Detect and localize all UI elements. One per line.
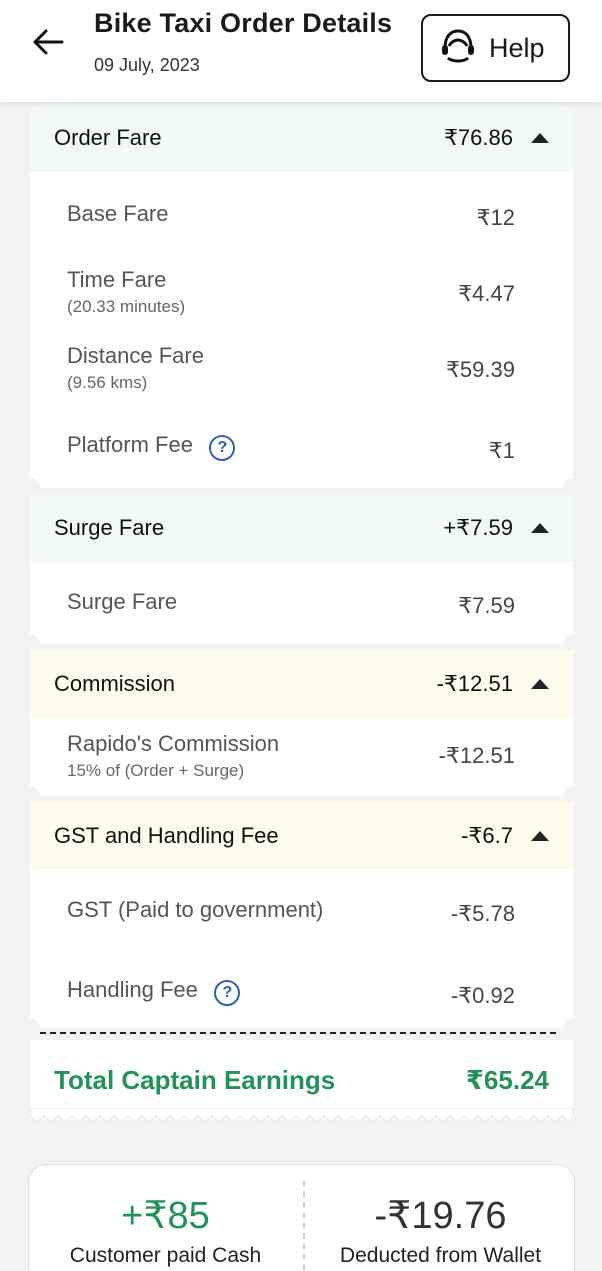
fare-row-base: Base Fare ₹12 [67, 201, 515, 231]
order-fare-title: Order Fare [54, 125, 162, 150]
fare-value: ₹59.39 [445, 357, 515, 382]
cash-value: +₹85 [121, 1195, 210, 1237]
wallet-label: Deducted from Wallet [339, 1244, 542, 1267]
fare-value: ₹4.47 [458, 281, 515, 306]
fare-sublabel: (20.33 minutes) [67, 297, 186, 316]
question-info-icon[interactable]: ? [214, 979, 241, 1006]
surge-fare-card: Surge Fare +₹7.59 Surge Fare ₹7.59 [20, 494, 583, 654]
wallet-summary: -₹19.76 Deducted from Wallet [304, 1193, 577, 1268]
surge-row: Surge Fare ₹7.59 [67, 589, 515, 619]
fare-value: -₹0.92 [450, 983, 515, 1008]
support-agent-icon [439, 28, 477, 69]
wallet-value: -₹19.76 [374, 1195, 507, 1237]
fare-label: Rapido's Commission [67, 731, 280, 756]
help-button[interactable]: Help [421, 14, 570, 82]
order-fare-card: Order Fare ₹76.86 Base Fare ₹12 Time Far… [20, 104, 583, 498]
total-earnings-label: Total Captain Earnings [54, 1064, 336, 1095]
fare-label: Distance Fare [67, 343, 204, 368]
fare-value: ₹7.59 [458, 593, 515, 618]
fare-value: -₹12.51 [438, 743, 515, 768]
gst-handling-amount: -₹6.7 [461, 823, 513, 848]
cash-label: Customer paid Cash [69, 1244, 262, 1267]
fare-row-distance: Distance Fare (9.56 kms) ₹59.39 [67, 343, 515, 393]
total-earnings-value: ₹65.24 [465, 1064, 549, 1095]
fare-label: GST (Paid to government) [67, 897, 324, 922]
commission-header[interactable]: Commission -₹12.51 [30, 650, 573, 718]
fare-label: Handling Fee [67, 977, 198, 1002]
fare-value: ₹1 [488, 438, 515, 463]
total-divider [40, 1032, 556, 1034]
fare-value: -₹5.78 [450, 901, 515, 926]
back-arrow-icon[interactable] [28, 22, 68, 62]
gst-handling-title: GST and Handling Fee [54, 823, 279, 848]
order-fare-header[interactable]: Order Fare ₹76.86 [30, 104, 573, 172]
surge-fare-title: Surge Fare [54, 515, 165, 540]
fare-row-time: Time Fare (20.33 minutes) ₹4.47 [67, 267, 515, 317]
payment-summary-card: +₹85 Customer paid Cash -₹19.76 Deducted… [28, 1164, 575, 1271]
commission-card: Commission -₹12.51 Rapido's Commission 1… [20, 650, 583, 806]
commission-amount: -₹12.51 [436, 671, 513, 696]
help-label: Help [489, 32, 545, 63]
gst-row: GST (Paid to government) -₹5.78 [67, 897, 515, 927]
fare-sublabel: 15% of (Order + Surge) [67, 761, 245, 780]
fare-label: Time Fare [67, 267, 167, 292]
collapse-caret-icon[interactable] [531, 679, 549, 689]
collapse-caret-icon[interactable] [531, 831, 549, 841]
gst-handling-card: GST and Handling Fee -₹6.7 GST (Paid to … [20, 802, 583, 1038]
top-bar: Bike Taxi Order Details 09 July, 2023 He… [0, 0, 602, 102]
receipt-zigzag-edge [30, 1108, 573, 1122]
collapse-caret-icon[interactable] [531, 133, 549, 143]
order-date: 09 July, 2023 [94, 55, 200, 75]
question-info-icon[interactable]: ? [209, 434, 236, 461]
fare-label: Base Fare [67, 201, 169, 226]
gst-handling-header[interactable]: GST and Handling Fee -₹6.7 [30, 802, 573, 870]
cash-summary: +₹85 Customer paid Cash [29, 1193, 302, 1268]
fare-row-platform: Platform Fee ? ₹1 [67, 432, 515, 464]
commission-title: Commission [54, 671, 176, 696]
surge-fare-amount: +₹7.59 [443, 515, 513, 540]
order-fare-amount: ₹76.86 [443, 125, 513, 150]
fare-sublabel: (9.56 kms) [67, 373, 148, 392]
page-title: Bike Taxi Order Details [94, 8, 393, 38]
fare-label: Platform Fee [67, 432, 193, 457]
collapse-caret-icon[interactable] [531, 523, 549, 533]
commission-row: Rapido's Commission 15% of (Order + Surg… [67, 731, 515, 781]
fare-value: ₹12 [476, 205, 515, 230]
handling-fee-row: Handling Fee ? -₹0.92 [67, 977, 515, 1009]
fare-label: Surge Fare [67, 589, 178, 614]
surge-fare-header[interactable]: Surge Fare +₹7.59 [30, 494, 573, 562]
